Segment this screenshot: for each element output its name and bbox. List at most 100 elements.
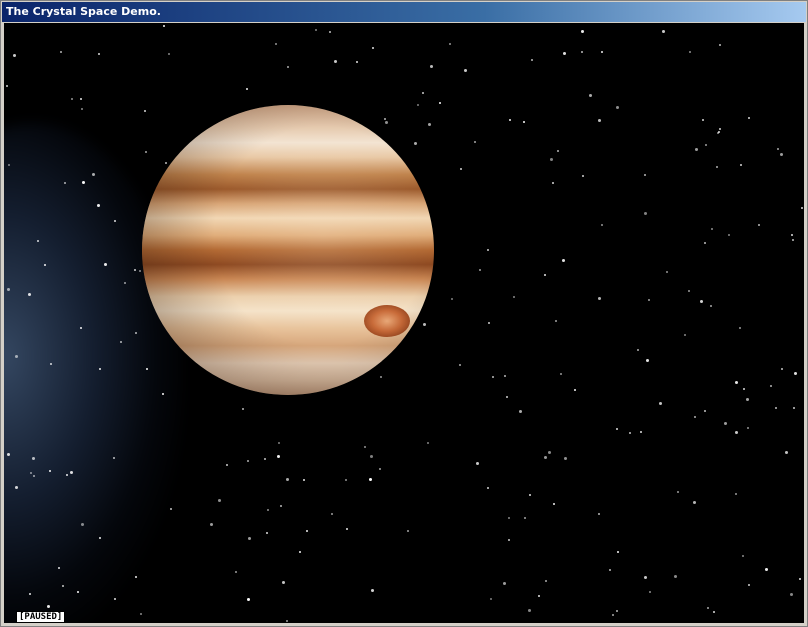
star [113, 219, 116, 222]
title-bar[interactable]: The Crystal Space Demo. [2, 2, 806, 22]
star [98, 52, 100, 55]
star [757, 224, 760, 227]
star [170, 508, 173, 511]
star [487, 322, 490, 325]
star [241, 408, 244, 411]
star [513, 296, 516, 299]
star [742, 555, 745, 558]
star [792, 239, 795, 242]
star [598, 296, 601, 300]
star [609, 569, 612, 572]
star [82, 180, 86, 184]
star [162, 24, 165, 27]
star [164, 162, 167, 165]
star [647, 298, 650, 301]
star [422, 91, 425, 94]
star [451, 297, 454, 300]
star [299, 551, 301, 554]
star [379, 375, 382, 378]
star [14, 485, 18, 489]
star [703, 241, 706, 244]
star [138, 270, 141, 273]
star [330, 512, 333, 515]
star [693, 415, 696, 418]
star [600, 50, 603, 53]
star [677, 491, 680, 494]
render-viewport[interactable]: [PAUSED] [4, 23, 804, 623]
star [560, 372, 563, 375]
star [544, 580, 547, 583]
star [644, 575, 648, 579]
star [789, 592, 793, 596]
star [59, 50, 62, 53]
star [801, 207, 804, 210]
star [406, 530, 409, 533]
star [644, 211, 648, 215]
star [718, 128, 721, 131]
star [286, 65, 289, 68]
star [167, 53, 170, 56]
star [372, 46, 375, 49]
star [265, 532, 268, 535]
star [702, 118, 705, 121]
star [112, 456, 115, 459]
star [522, 121, 525, 124]
star [524, 516, 527, 519]
star [428, 123, 432, 127]
star [562, 52, 566, 56]
star [344, 478, 347, 481]
star [748, 584, 751, 587]
star [781, 367, 784, 370]
star [777, 148, 780, 151]
star [791, 233, 794, 236]
star [734, 431, 738, 435]
star [688, 290, 691, 293]
star [683, 334, 686, 337]
star [573, 388, 576, 391]
star [302, 478, 305, 481]
star [217, 498, 221, 502]
star [713, 611, 716, 614]
star [645, 359, 649, 363]
star [550, 158, 554, 162]
star [704, 410, 707, 413]
star [113, 597, 116, 600]
star [710, 304, 712, 307]
star [735, 493, 738, 496]
star [665, 270, 668, 273]
star [601, 223, 604, 226]
star [793, 407, 796, 410]
star [706, 607, 709, 610]
star [492, 376, 495, 379]
star [699, 300, 703, 304]
star [508, 517, 511, 520]
star [96, 203, 100, 207]
star [743, 388, 746, 391]
star [537, 594, 540, 597]
star [449, 43, 452, 45]
star [70, 98, 73, 101]
star [306, 530, 309, 533]
star [528, 493, 531, 496]
star [644, 173, 647, 176]
star [508, 118, 511, 121]
star [474, 140, 477, 143]
star [629, 432, 632, 435]
star [379, 467, 382, 470]
star [368, 478, 372, 482]
star [438, 102, 441, 105]
star [557, 149, 560, 152]
star [581, 50, 584, 53]
star [315, 28, 318, 31]
star [328, 30, 331, 33]
star [503, 581, 507, 585]
star [715, 165, 718, 168]
star [79, 97, 82, 100]
star [784, 450, 788, 454]
star [689, 50, 692, 53]
star [780, 153, 784, 156]
star [475, 461, 479, 465]
star [426, 442, 429, 445]
star [597, 512, 600, 515]
star [459, 364, 462, 367]
